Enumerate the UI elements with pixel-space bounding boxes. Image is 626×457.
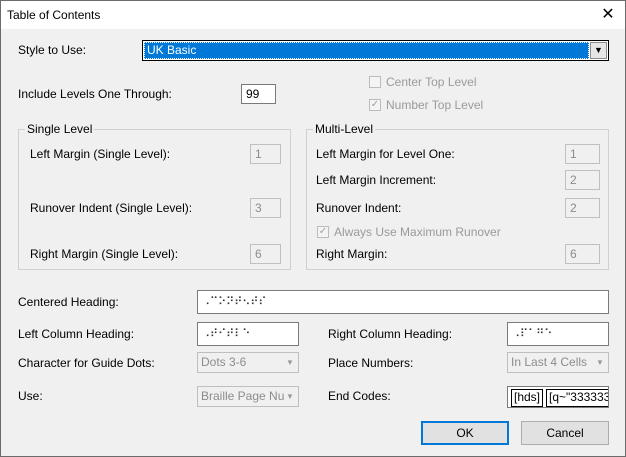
guide-dots-dropdown[interactable]: Dots 3-6 ▼ <box>197 352 299 373</box>
always-max-runover-label: Always Use Maximum Runover <box>334 225 501 239</box>
end-code-hds: [hds] <box>511 389 544 407</box>
end-codes-label: End Codes: <box>328 389 391 403</box>
number-top-level-checkbox[interactable]: ✓ <box>369 99 381 111</box>
include-levels-label: Include Levels One Through: <box>18 87 172 101</box>
multi-right-margin-input[interactable]: 6 <box>565 244 600 264</box>
ok-button[interactable]: OK <box>421 421 509 445</box>
left-column-heading-input[interactable]: ⠠⠞⠊⠞⠇⠑ <box>197 322 299 346</box>
multi-left-margin-label: Left Margin for Level One: <box>316 147 455 161</box>
chevron-down-icon[interactable]: ▼ <box>282 387 298 406</box>
single-right-margin-input[interactable]: 6 <box>250 244 281 264</box>
multi-left-margin-input[interactable]: 1 <box>565 144 600 164</box>
place-numbers-label: Place Numbers: <box>328 356 414 370</box>
guide-dots-label: Character for Guide Dots: <box>18 356 155 370</box>
style-label: Style to Use: <box>18 43 87 57</box>
center-top-level-label: Center Top Level <box>386 75 477 89</box>
multi-increment-label: Left Margin Increment: <box>316 173 437 187</box>
single-left-margin-label: Left Margin (Single Level): <box>30 147 171 161</box>
chevron-down-icon[interactable]: ▼ <box>282 353 298 372</box>
centered-heading-label: Centered Heading: <box>18 295 119 309</box>
end-codes-input[interactable]: [hds] [q~"333333 <box>507 386 609 408</box>
single-level-title: Single Level <box>25 122 95 136</box>
use-dropdown[interactable]: Braille Page Nu ▼ <box>197 386 299 407</box>
style-dropdown[interactable]: UK Basic ▼ <box>142 40 609 61</box>
right-column-heading-input[interactable]: ⠠⠏⠁⠛⠑ <box>507 322 609 346</box>
single-right-margin-label: Right Margin (Single Level): <box>30 247 179 261</box>
multi-increment-input[interactable]: 2 <box>565 170 600 190</box>
single-runover-input[interactable]: 3 <box>250 198 281 218</box>
chevron-down-icon[interactable]: ▼ <box>592 353 608 372</box>
single-left-margin-input[interactable]: 1 <box>250 144 281 164</box>
center-top-level-checkbox[interactable] <box>369 76 381 88</box>
right-column-heading-label: Right Column Heading: <box>328 327 453 341</box>
window-title: Table of Contents <box>7 8 101 22</box>
include-levels-input[interactable]: 99 <box>241 84 276 104</box>
centered-heading-input[interactable]: ⠠⠉⠕⠝⠞⠢⠞⠎ <box>197 290 609 314</box>
place-numbers-dropdown[interactable]: In Last 4 Cells ▼ <box>507 352 609 373</box>
close-icon[interactable]: ✕ <box>591 1 625 29</box>
multi-right-margin-label: Right Margin: <box>316 247 388 261</box>
title-bar: Table of Contents ✕ <box>1 1 625 29</box>
multi-runover-label: Runover Indent: <box>316 201 402 215</box>
single-runover-label: Runover Indent (Single Level): <box>30 201 193 215</box>
multi-level-title: Multi-Level <box>313 122 376 136</box>
toc-dialog: Table of Contents ✕ Style to Use: UK Bas… <box>0 0 626 457</box>
always-max-runover-checkbox[interactable]: ✓ <box>317 226 329 238</box>
use-value: Braille Page Nu <box>201 389 285 403</box>
left-column-heading-label: Left Column Heading: <box>18 327 135 341</box>
place-numbers-value: In Last 4 Cells <box>511 355 588 369</box>
end-code-q: [q~"333333 <box>546 389 608 407</box>
style-selected-value: UK Basic <box>144 42 589 59</box>
guide-dots-value: Dots 3-6 <box>201 355 247 369</box>
chevron-down-icon[interactable]: ▼ <box>590 42 607 59</box>
use-label: Use: <box>18 389 43 403</box>
multi-runover-input[interactable]: 2 <box>565 198 600 218</box>
number-top-level-label: Number Top Level <box>386 98 484 112</box>
cancel-button[interactable]: Cancel <box>521 421 609 445</box>
